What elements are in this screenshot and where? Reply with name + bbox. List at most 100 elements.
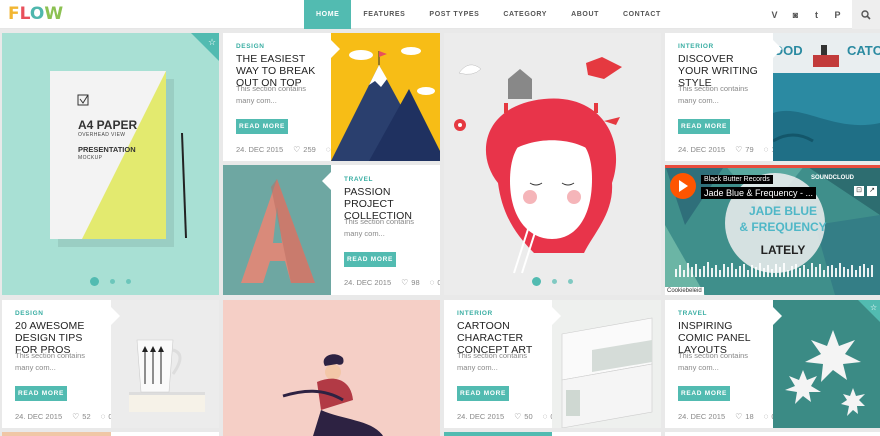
card-notch: [773, 40, 782, 58]
post-image-mug[interactable]: [111, 300, 219, 428]
post-excerpt: This section contains many com...: [236, 84, 307, 105]
featured-corner: ☆: [191, 33, 219, 61]
like-count: 79: [745, 145, 754, 154]
like-count: 259: [303, 145, 316, 154]
post-image-whale[interactable]: OOD CATCH: [773, 33, 880, 161]
card-notch: [111, 307, 120, 325]
paper-line-2: OVERHEAD VIEW: [78, 132, 126, 138]
post-image-mountains[interactable]: [331, 33, 440, 161]
nav-contact[interactable]: CONTACT: [611, 0, 673, 29]
post-category[interactable]: TRAVEL: [678, 310, 707, 317]
comment-icon[interactable]: ◌: [101, 412, 106, 421]
top-bar: FLOW HOME FEATURES POST TYPES CATEGORY A…: [0, 0, 880, 29]
heart-icon[interactable]: ♡: [293, 145, 300, 154]
soundcloud-brand[interactable]: SOUNDCLOUD: [811, 175, 854, 181]
post-excerpt: This section contains many com...: [15, 351, 86, 372]
read-more-button[interactable]: READ MORE: [15, 386, 67, 401]
search-button[interactable]: [852, 0, 880, 29]
art-title-2: & FREQUENCY: [739, 220, 827, 234]
slider-dot[interactable]: [110, 279, 115, 284]
slider-dot[interactable]: [532, 277, 541, 286]
post-excerpt: This section contains many com...: [457, 351, 528, 372]
heart-icon[interactable]: ♡: [401, 278, 408, 287]
post-image-letter[interactable]: [223, 165, 331, 295]
whale-text-2: CATCH: [847, 43, 880, 58]
slider-dot[interactable]: [568, 279, 573, 284]
track-title[interactable]: Jade Blue & Frequency - ...: [701, 187, 817, 199]
post-meta: 24. DEC 2015♡79◌1: [678, 145, 773, 154]
comment-icon[interactable]: ◌: [326, 145, 331, 154]
read-more-button[interactable]: READ MORE: [457, 386, 509, 401]
like-count: 18: [745, 412, 754, 421]
post-card: TRAVEL PASSION PROJECT COLLECTION This s…: [331, 165, 440, 295]
heart-icon[interactable]: ♡: [735, 145, 742, 154]
post-category[interactable]: INTERIOR: [678, 43, 714, 50]
slider-illustration[interactable]: [444, 33, 661, 295]
post-date: 24. DEC 2015: [678, 145, 726, 154]
like-count: 98: [411, 278, 420, 287]
comment-icon[interactable]: ◌: [764, 145, 769, 154]
slider-dot[interactable]: [90, 277, 99, 286]
post-card: DESIGN 20 AWESOME DESIGN TIPS FOR PROS T…: [2, 300, 111, 428]
nav-post-types[interactable]: POST TYPES: [417, 0, 491, 29]
cookie-link[interactable]: Cookiebeleid: [665, 287, 704, 295]
like-count: 52: [82, 412, 91, 421]
next-row-peek: [444, 432, 552, 436]
artist-name[interactable]: Black Butter Records: [701, 175, 773, 184]
post-category[interactable]: DESIGN: [15, 310, 44, 317]
nav-about[interactable]: ABOUT: [559, 0, 611, 29]
slider-dot[interactable]: [126, 279, 131, 284]
social-links: V ◙ t P: [764, 0, 848, 29]
svg-text:☆: ☆: [208, 38, 216, 48]
soundcloud-player[interactable]: Black Butter Records Jade Blue & Frequen…: [665, 165, 880, 295]
post-meta: 24. DEC 2015♡50◌0: [457, 412, 552, 421]
post-date: 24. DEC 2015: [457, 412, 505, 421]
nav-category[interactable]: CATEGORY: [491, 0, 559, 29]
logo-letter: O: [29, 4, 45, 24]
post-excerpt: This section contains many com...: [678, 84, 749, 105]
slider-dot[interactable]: [552, 279, 557, 284]
nav-features[interactable]: FEATURES: [351, 0, 417, 29]
post-image-flowers[interactable]: ☆: [773, 300, 880, 428]
waveform[interactable]: [675, 261, 875, 277]
vimeo-icon[interactable]: V: [764, 10, 785, 20]
instagram-icon[interactable]: ◙: [785, 10, 806, 20]
svg-text:☆: ☆: [870, 303, 877, 312]
read-more-button[interactable]: READ MORE: [344, 252, 396, 267]
next-row-peek: [552, 432, 661, 436]
read-more-button[interactable]: READ MORE: [236, 119, 288, 134]
post-card: INTERIOR DISCOVER YOUR WRITING STYLE Thi…: [665, 33, 773, 161]
comment-icon[interactable]: ◌: [764, 412, 769, 421]
post-category[interactable]: DESIGN: [236, 43, 265, 50]
heart-icon[interactable]: ♡: [72, 412, 79, 421]
pinterest-icon[interactable]: P: [827, 10, 848, 20]
heart-icon[interactable]: ♡: [735, 412, 742, 421]
play-button[interactable]: [670, 173, 696, 199]
cart-icon[interactable]: ⊡: [854, 186, 864, 196]
post-image-building[interactable]: [552, 300, 661, 428]
post-category[interactable]: INTERIOR: [457, 310, 493, 317]
nav-home[interactable]: HOME: [304, 0, 352, 29]
comment-icon[interactable]: ◌: [430, 278, 435, 287]
read-more-button[interactable]: READ MORE: [678, 386, 730, 401]
post-date: 24. DEC 2015: [236, 145, 284, 154]
post-meta: 24. DEC 2015♡259◌2: [236, 145, 331, 154]
post-image-woman[interactable]: [223, 300, 440, 436]
share-icon[interactable]: ↗: [867, 186, 877, 196]
next-row-peek: [2, 432, 111, 436]
mug-image: [111, 300, 219, 428]
post-card: DESIGN THE EASIEST WAY TO BREAK OUT ON T…: [223, 33, 331, 161]
art-title-3: LATELY: [760, 243, 806, 257]
comment-icon[interactable]: ◌: [543, 412, 548, 421]
site-logo[interactable]: FLOW: [8, 4, 63, 24]
red-hair-girl-image: [444, 33, 661, 295]
twitter-icon[interactable]: t: [806, 10, 827, 20]
post-category[interactable]: TRAVEL: [344, 176, 373, 183]
slider-paper[interactable]: A4 PAPER OVERHEAD VIEW PRESENTATION MOCK…: [2, 33, 219, 295]
heart-icon[interactable]: ♡: [514, 412, 521, 421]
art-title-1: JADE BLUE: [748, 204, 817, 218]
mountains-image: [331, 33, 440, 161]
featured-corner: ☆: [858, 300, 880, 322]
read-more-button[interactable]: READ MORE: [678, 119, 730, 134]
post-date: 24. DEC 2015: [344, 278, 392, 287]
